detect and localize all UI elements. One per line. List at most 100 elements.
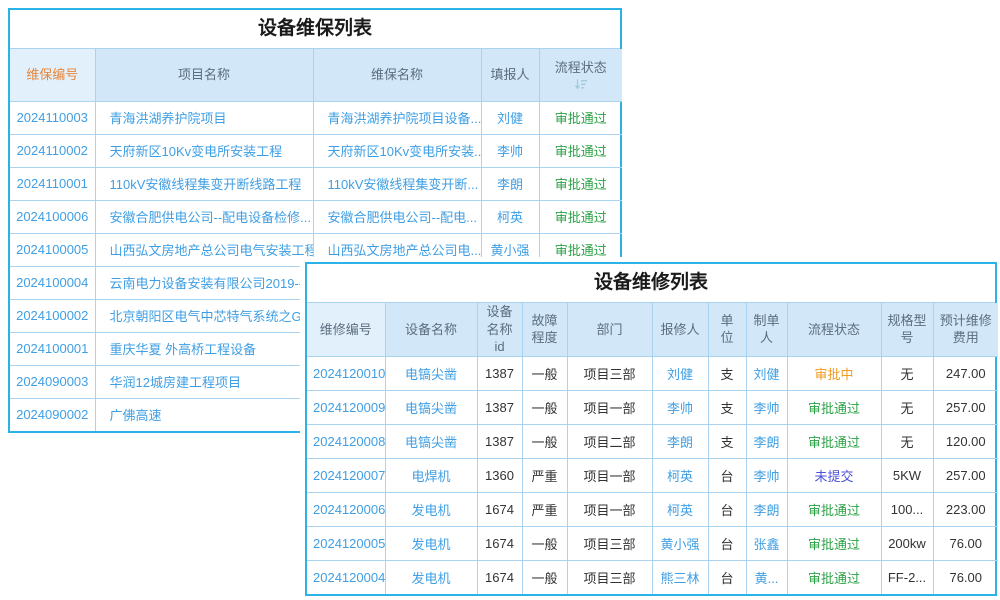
- spec-model-cell: 无: [881, 424, 933, 458]
- table-row: 2024120010电镐尖凿1387一般项目三部刘健支刘健审批中无247.00: [307, 356, 998, 390]
- unit-cell: 支: [708, 356, 746, 390]
- status-cell: 审批通过: [787, 424, 881, 458]
- spec-model-cell: 100...: [881, 492, 933, 526]
- device-name-cell[interactable]: 电焊机: [385, 458, 477, 492]
- maint-name-cell[interactable]: 天府新区10Kv变电所安装...: [313, 134, 481, 167]
- department-cell: 项目一部: [567, 390, 652, 424]
- status-cell: 审批中: [787, 356, 881, 390]
- repair-table: 维修编号 设备名称 设备名称id 故障程度 部门 报修人 单位 制单人 流程状态…: [307, 303, 998, 594]
- maker-cell[interactable]: 黄...: [746, 560, 787, 594]
- repair-id-link[interactable]: 2024120010: [307, 356, 385, 390]
- status-cell: 审批通过: [539, 134, 622, 167]
- reporter-cell[interactable]: 李朗: [481, 167, 539, 200]
- maint-id-link[interactable]: 2024110003: [10, 101, 95, 134]
- header-flow-status-label: 流程状态: [555, 59, 607, 77]
- header-flow-status[interactable]: 流程状态: [539, 49, 622, 101]
- header-reporter: 填报人: [481, 49, 539, 101]
- repair-id-link[interactable]: 2024120009: [307, 390, 385, 424]
- maker-cell[interactable]: 李朗: [746, 492, 787, 526]
- repair-id-link[interactable]: 2024120007: [307, 458, 385, 492]
- device-id-cell: 1387: [477, 424, 522, 458]
- maint-id-link[interactable]: 2024100006: [10, 200, 95, 233]
- maker-cell[interactable]: 张鑫: [746, 526, 787, 560]
- estimated-cost-cell: 76.00: [933, 560, 998, 594]
- unit-cell: 台: [708, 560, 746, 594]
- project-name-cell[interactable]: 青海洪湖养护院项目: [95, 101, 313, 134]
- department-cell: 项目一部: [567, 458, 652, 492]
- device-id-cell: 1360: [477, 458, 522, 492]
- device-name-cell[interactable]: 电镐尖凿: [385, 424, 477, 458]
- header-severity: 故障程度: [522, 303, 567, 356]
- spec-model-cell: 无: [881, 390, 933, 424]
- table-row: 2024110002天府新区10Kv变电所安装工程天府新区10Kv变电所安装..…: [10, 134, 622, 167]
- table-row: 2024110001110kV安徽线程集变开断线路工程110kV安徽线程集变开断…: [10, 167, 622, 200]
- reporter-cell[interactable]: 柯英: [652, 458, 708, 492]
- repair-id-link[interactable]: 2024120006: [307, 492, 385, 526]
- maint-id-link[interactable]: 2024100004: [10, 266, 95, 299]
- maker-cell[interactable]: 李朗: [746, 424, 787, 458]
- project-name-cell[interactable]: 天府新区10Kv变电所安装工程: [95, 134, 313, 167]
- maint-id-link[interactable]: 2024100001: [10, 332, 95, 365]
- header-maint-id[interactable]: 维保编号: [10, 49, 95, 101]
- repair-id-link[interactable]: 2024120005: [307, 526, 385, 560]
- project-name-cell[interactable]: 华润12城房建工程项目: [95, 365, 313, 398]
- header-project-name: 项目名称: [95, 49, 313, 101]
- reporter-cell[interactable]: 刘健: [481, 101, 539, 134]
- table-row: 2024120009电镐尖凿1387一般项目一部李帅支李帅审批通过无257.00: [307, 390, 998, 424]
- maint-name-cell[interactable]: 安徽合肥供电公司--配电...: [313, 200, 481, 233]
- device-id-cell: 1674: [477, 560, 522, 594]
- device-id-cell: 1674: [477, 526, 522, 560]
- reporter-cell[interactable]: 柯英: [652, 492, 708, 526]
- reporter-cell[interactable]: 黄小强: [652, 526, 708, 560]
- device-name-cell[interactable]: 发电机: [385, 560, 477, 594]
- reporter-cell[interactable]: 熊三林: [652, 560, 708, 594]
- header-device-name: 设备名称: [385, 303, 477, 356]
- maint-id-link[interactable]: 2024090002: [10, 398, 95, 431]
- maint-id-link[interactable]: 2024110002: [10, 134, 95, 167]
- maint-id-link[interactable]: 2024090003: [10, 365, 95, 398]
- severity-cell: 一般: [522, 560, 567, 594]
- reporter-cell[interactable]: 李朗: [652, 424, 708, 458]
- table-row: 2024120006发电机1674严重项目一部柯英台李朗审批通过100...22…: [307, 492, 998, 526]
- project-name-cell[interactable]: 安徽合肥供电公司--配电设备检修...: [95, 200, 313, 233]
- project-name-cell[interactable]: 重庆华夏 外高桥工程设备: [95, 332, 313, 365]
- header-spec-model: 规格型号: [881, 303, 933, 356]
- spec-model-cell: 5KW: [881, 458, 933, 492]
- maint-id-link[interactable]: 2024110001: [10, 167, 95, 200]
- repair-id-link[interactable]: 2024120004: [307, 560, 385, 594]
- maintenance-header-row: 维保编号 项目名称 维保名称 填报人 流程状态: [10, 49, 622, 101]
- maint-name-cell[interactable]: 110kV安徽线程集变开断...: [313, 167, 481, 200]
- project-name-cell[interactable]: 山西弘文房地产总公司电气安装工程: [95, 233, 313, 266]
- repair-id-link[interactable]: 2024120008: [307, 424, 385, 458]
- maint-name-cell[interactable]: 青海洪湖养护院项目设备...: [313, 101, 481, 134]
- maker-cell[interactable]: 刘健: [746, 356, 787, 390]
- device-name-cell[interactable]: 电镐尖凿: [385, 390, 477, 424]
- device-name-cell[interactable]: 发电机: [385, 492, 477, 526]
- maker-cell[interactable]: 李帅: [746, 458, 787, 492]
- unit-cell: 台: [708, 458, 746, 492]
- project-name-cell[interactable]: 110kV安徽线程集变开断线路工程: [95, 167, 313, 200]
- department-cell: 项目二部: [567, 424, 652, 458]
- estimated-cost-cell: 223.00: [933, 492, 998, 526]
- status-cell: 审批通过: [539, 167, 622, 200]
- project-name-cell[interactable]: 广佛高速: [95, 398, 313, 431]
- device-name-cell[interactable]: 发电机: [385, 526, 477, 560]
- maint-id-link[interactable]: 2024100002: [10, 299, 95, 332]
- device-name-cell[interactable]: 电镐尖凿: [385, 356, 477, 390]
- status-cell: 未提交: [787, 458, 881, 492]
- project-name-cell[interactable]: 北京朝阳区电气中芯特气系统之GM...: [95, 299, 313, 332]
- repair-header-row: 维修编号 设备名称 设备名称id 故障程度 部门 报修人 单位 制单人 流程状态…: [307, 303, 998, 356]
- maint-id-link[interactable]: 2024100005: [10, 233, 95, 266]
- reporter-cell[interactable]: 李帅: [481, 134, 539, 167]
- reporter-cell[interactable]: 李帅: [652, 390, 708, 424]
- sort-descending-icon[interactable]: [574, 79, 588, 90]
- reporter-cell[interactable]: 柯英: [481, 200, 539, 233]
- maker-cell[interactable]: 李帅: [746, 390, 787, 424]
- unit-cell: 支: [708, 390, 746, 424]
- reporter-cell[interactable]: 刘健: [652, 356, 708, 390]
- severity-cell: 严重: [522, 492, 567, 526]
- status-cell: 审批通过: [787, 560, 881, 594]
- project-name-cell[interactable]: 云南电力设备安装有限公司2019--2...: [95, 266, 313, 299]
- department-cell: 项目一部: [567, 492, 652, 526]
- maintenance-list-title: 设备维保列表: [10, 10, 620, 49]
